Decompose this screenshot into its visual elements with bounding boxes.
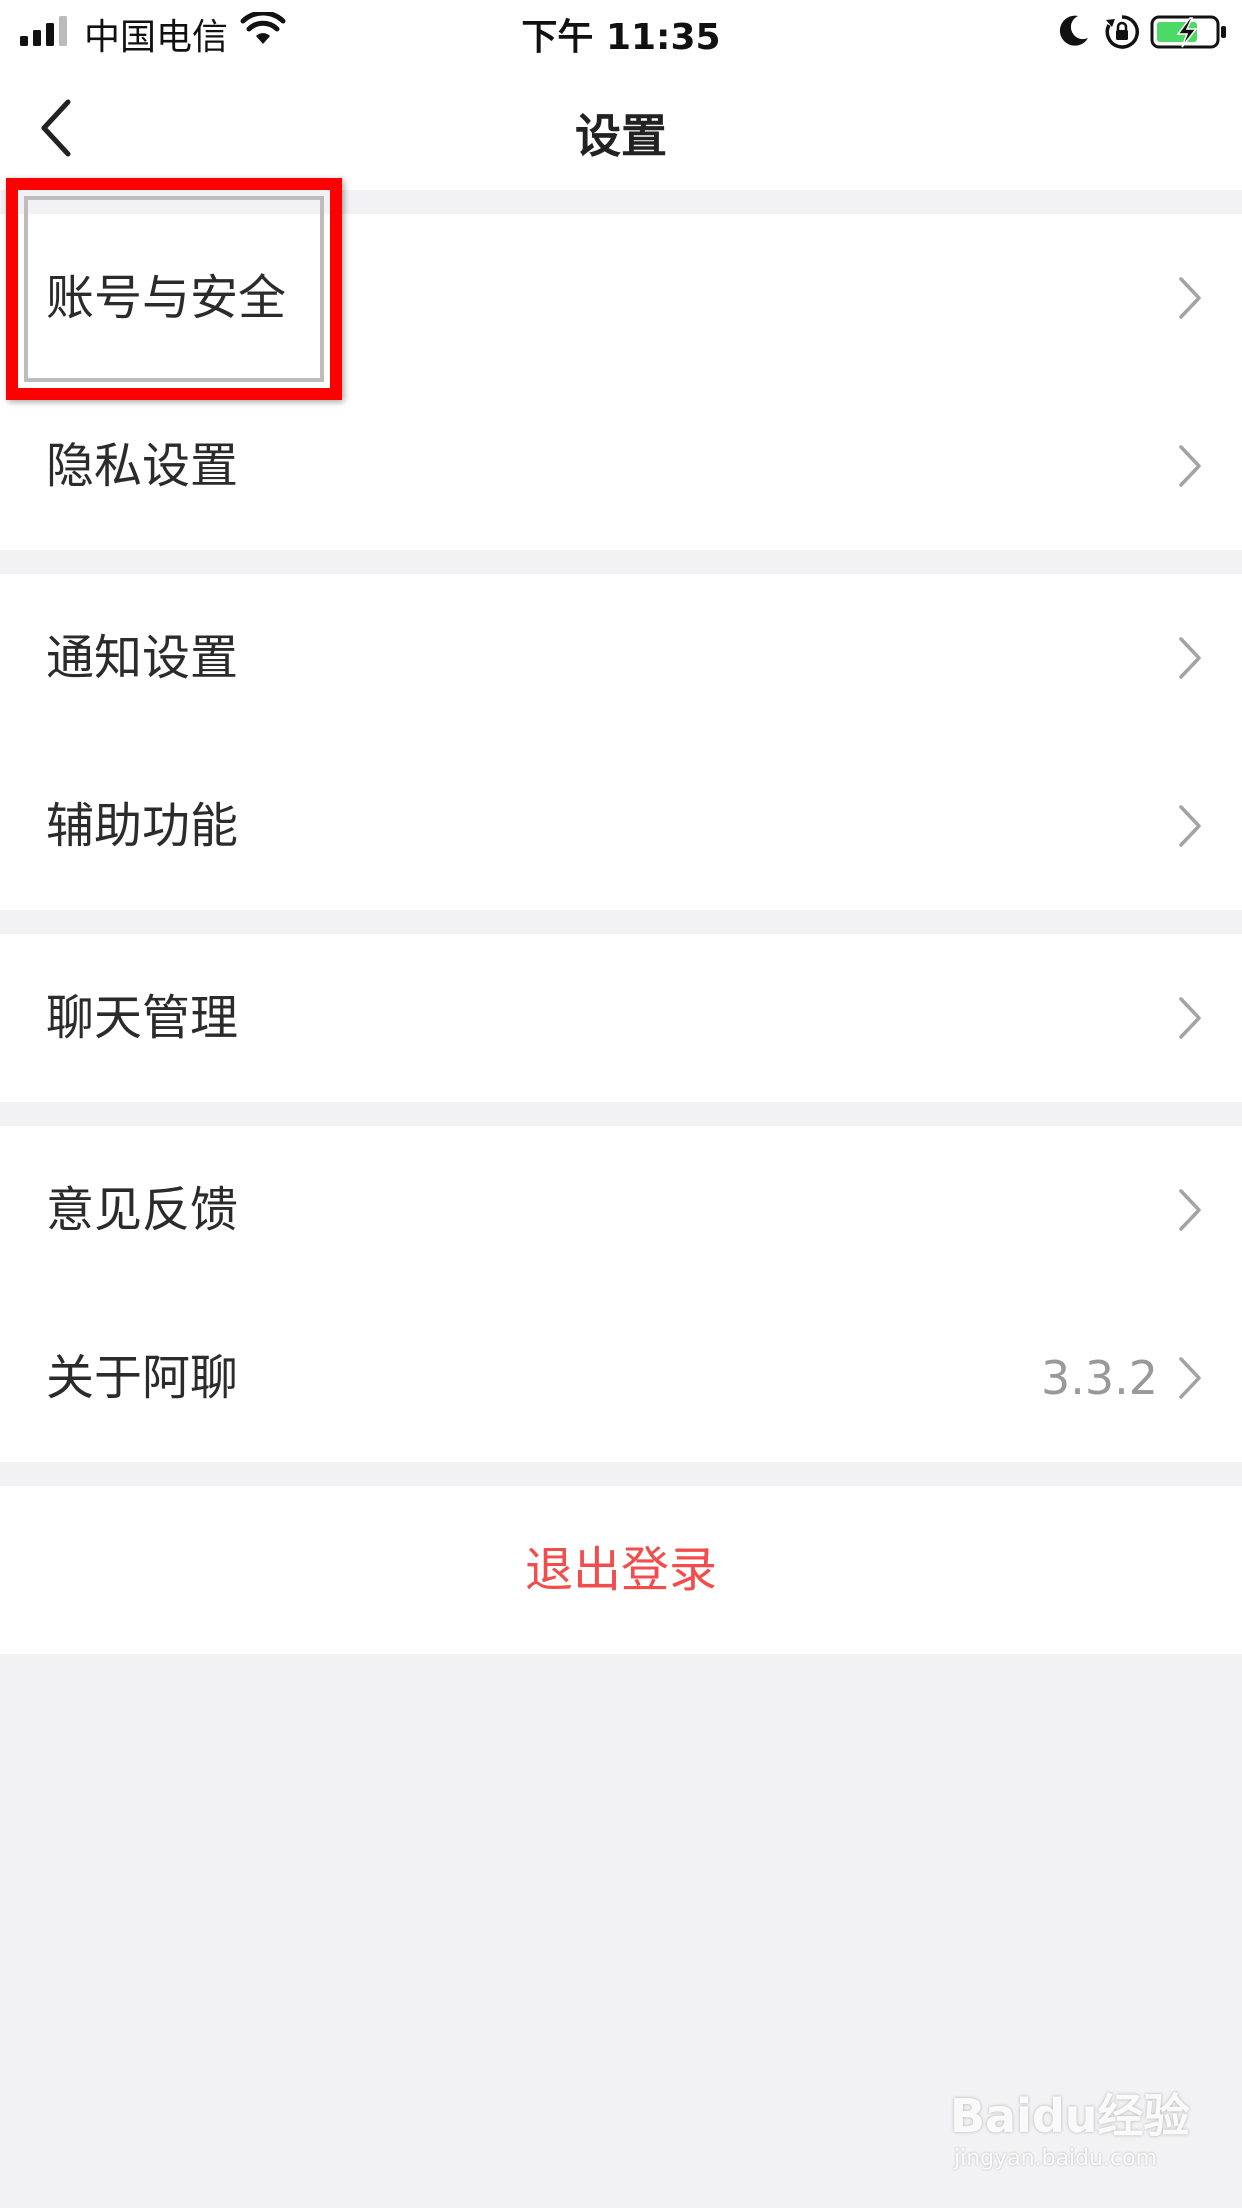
highlight-annotation: [6, 178, 342, 400]
settings-group-chat: 聊天管理: [0, 934, 1242, 1102]
settings-item-label: 辅助功能: [46, 742, 238, 910]
settings-item-about[interactable]: 关于阿聊 3.3.2: [0, 1294, 1242, 1462]
moon-icon: [1058, 14, 1090, 48]
nav-bar: 设置: [0, 62, 1242, 190]
highlight-annotation-inner: [24, 196, 324, 382]
chevron-right-icon: [1178, 636, 1202, 680]
settings-item-chat-management[interactable]: 聊天管理: [0, 934, 1242, 1102]
chevron-right-icon: [1178, 1356, 1202, 1400]
status-time: 下午 11:35: [0, 8, 1242, 60]
chevron-right-icon: [1178, 276, 1202, 320]
chevron-right-icon: [1178, 1188, 1202, 1232]
settings-item-notifications[interactable]: 通知设置: [0, 574, 1242, 742]
logout-group: 退出登录: [0, 1486, 1242, 1654]
chevron-right-icon: [1178, 996, 1202, 1040]
chevron-right-icon: [1178, 444, 1202, 488]
watermark-logo: Baidu经验: [950, 2080, 1190, 2146]
settings-item-privacy[interactable]: 隐私设置: [0, 382, 1242, 550]
settings-item-label: 关于阿聊: [46, 1294, 238, 1462]
chevron-right-icon: [1178, 804, 1202, 848]
page-title: 设置: [0, 100, 1242, 166]
settings-item-accessibility[interactable]: 辅助功能: [0, 742, 1242, 910]
settings-item-feedback[interactable]: 意见反馈: [0, 1126, 1242, 1294]
settings-item-label: 聊天管理: [46, 934, 238, 1102]
watermark: Baidu经验 jingyan.baidu.com: [950, 2080, 1190, 2180]
watermark-url: jingyan.baidu.com: [954, 2146, 1157, 2171]
settings-group-notifications: 通知设置 辅助功能: [0, 574, 1242, 910]
settings-item-label: 意见反馈: [46, 1126, 238, 1294]
battery-charging-icon: [1150, 14, 1228, 50]
logout-button[interactable]: 退出登录: [0, 1486, 1242, 1654]
status-bar: 中国电信 下午 11:35: [0, 0, 1242, 62]
settings-item-label: 隐私设置: [46, 382, 238, 550]
rotation-lock-icon: [1104, 14, 1140, 50]
app-version: 3.3.2: [1041, 1294, 1158, 1462]
settings-group-about: 意见反馈 关于阿聊 3.3.2: [0, 1126, 1242, 1462]
settings-item-label: 通知设置: [46, 574, 238, 742]
